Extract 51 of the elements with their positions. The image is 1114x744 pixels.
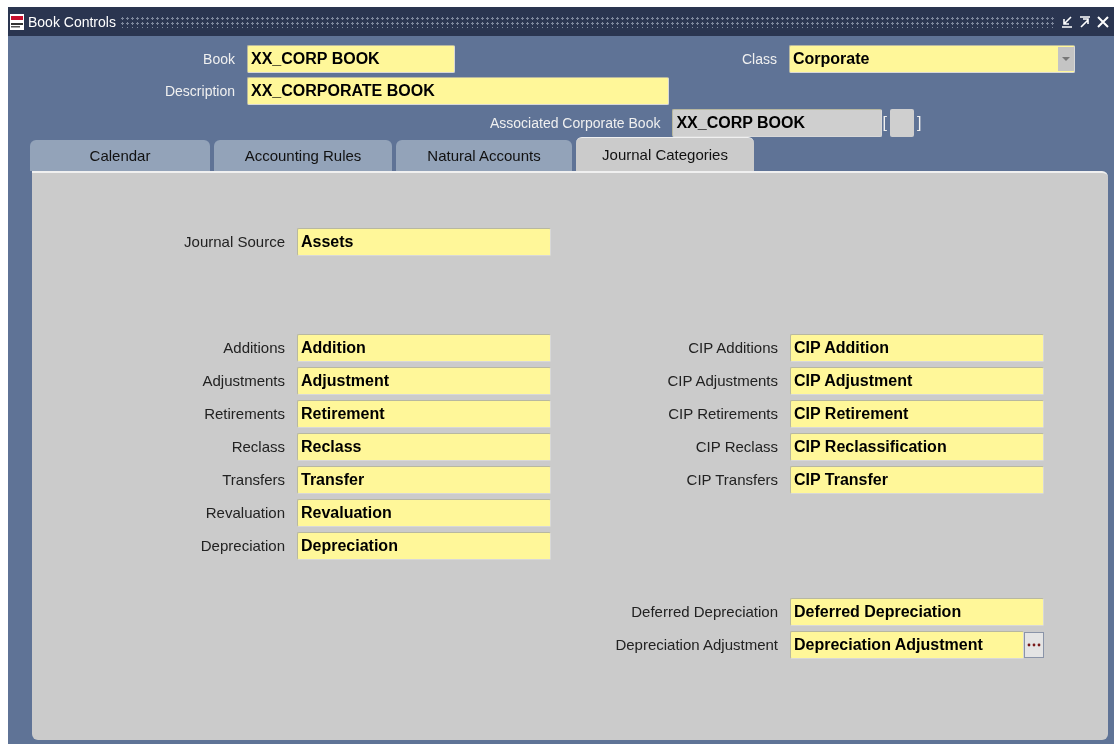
category-field[interactable]: CIP Reclassification	[790, 432, 1044, 461]
category-field[interactable]: Deferred Depreciation	[790, 597, 1044, 626]
field-label: Revaluation	[204, 504, 286, 521]
field-label: Reclass	[230, 438, 286, 455]
field-label: Class	[741, 51, 778, 67]
category-field[interactable]: Adjustment	[297, 366, 551, 395]
category-field[interactable]: Reclass	[297, 432, 551, 461]
flex-field-box[interactable]	[889, 109, 914, 137]
maximize-icon[interactable]	[1078, 14, 1092, 29]
minimize-icon[interactable]	[1060, 14, 1074, 29]
field-label: CIP Reclass	[694, 438, 779, 455]
category-field[interactable]: CIP Addition	[790, 333, 1044, 362]
class-dropdown[interactable]: Corporate	[789, 45, 1075, 73]
tab[interactable]: Natural Accounts	[396, 140, 572, 171]
field-label: Retirements	[203, 405, 286, 422]
field-label: CIP Adjustments	[666, 372, 779, 389]
category-field[interactable]: CIP Retirement	[790, 399, 1044, 428]
book-field[interactable]: XX_CORP BOOK	[247, 45, 455, 73]
tab[interactable]: Journal Categories	[576, 137, 754, 171]
description-field[interactable]: XX_CORPORATE BOOK	[247, 77, 669, 105]
field-label: Book	[202, 51, 236, 67]
bracket-text: [	[882, 114, 887, 132]
tab[interactable]: Accounting Rules	[214, 140, 392, 171]
category-field[interactable]: Depreciation Adjustment	[790, 630, 1024, 659]
field-label: Journal Source	[183, 233, 286, 250]
category-field[interactable]: Depreciation	[297, 531, 551, 560]
field-label: Transfers	[221, 471, 286, 488]
window-title: Book Controls	[28, 13, 116, 30]
tab[interactable]: Calendar	[30, 140, 210, 171]
app-logo-icon	[10, 13, 24, 30]
field-label: Additions	[222, 339, 286, 356]
field-label: Adjustments	[201, 372, 286, 389]
bracket-text: ]	[916, 114, 922, 132]
field-label: CIP Additions	[687, 339, 779, 356]
close-icon[interactable]	[1096, 14, 1110, 29]
category-field[interactable]: CIP Adjustment	[790, 366, 1044, 395]
category-field[interactable]: Addition	[297, 333, 551, 362]
field-label: Description	[163, 83, 236, 99]
category-field[interactable]: Retirement	[297, 399, 551, 428]
more-icon[interactable]	[1024, 631, 1044, 658]
field-label: Associated Corporate Book	[490, 115, 662, 131]
category-field[interactable]: Revaluation	[297, 498, 551, 527]
field-label: Depreciation Adjustment	[614, 636, 779, 653]
field-label: Depreciation	[199, 537, 286, 554]
field-label: CIP Transfers	[685, 471, 779, 488]
category-field[interactable]: Transfer	[297, 465, 551, 494]
field-label: CIP Retirements	[667, 405, 779, 422]
category-field[interactable]: CIP Transfer	[790, 465, 1044, 494]
associated-book-field: XX_CORP BOOK	[672, 109, 883, 137]
field-label: Deferred Depreciation	[630, 603, 779, 620]
journal-source-field[interactable]: Assets	[297, 227, 551, 256]
